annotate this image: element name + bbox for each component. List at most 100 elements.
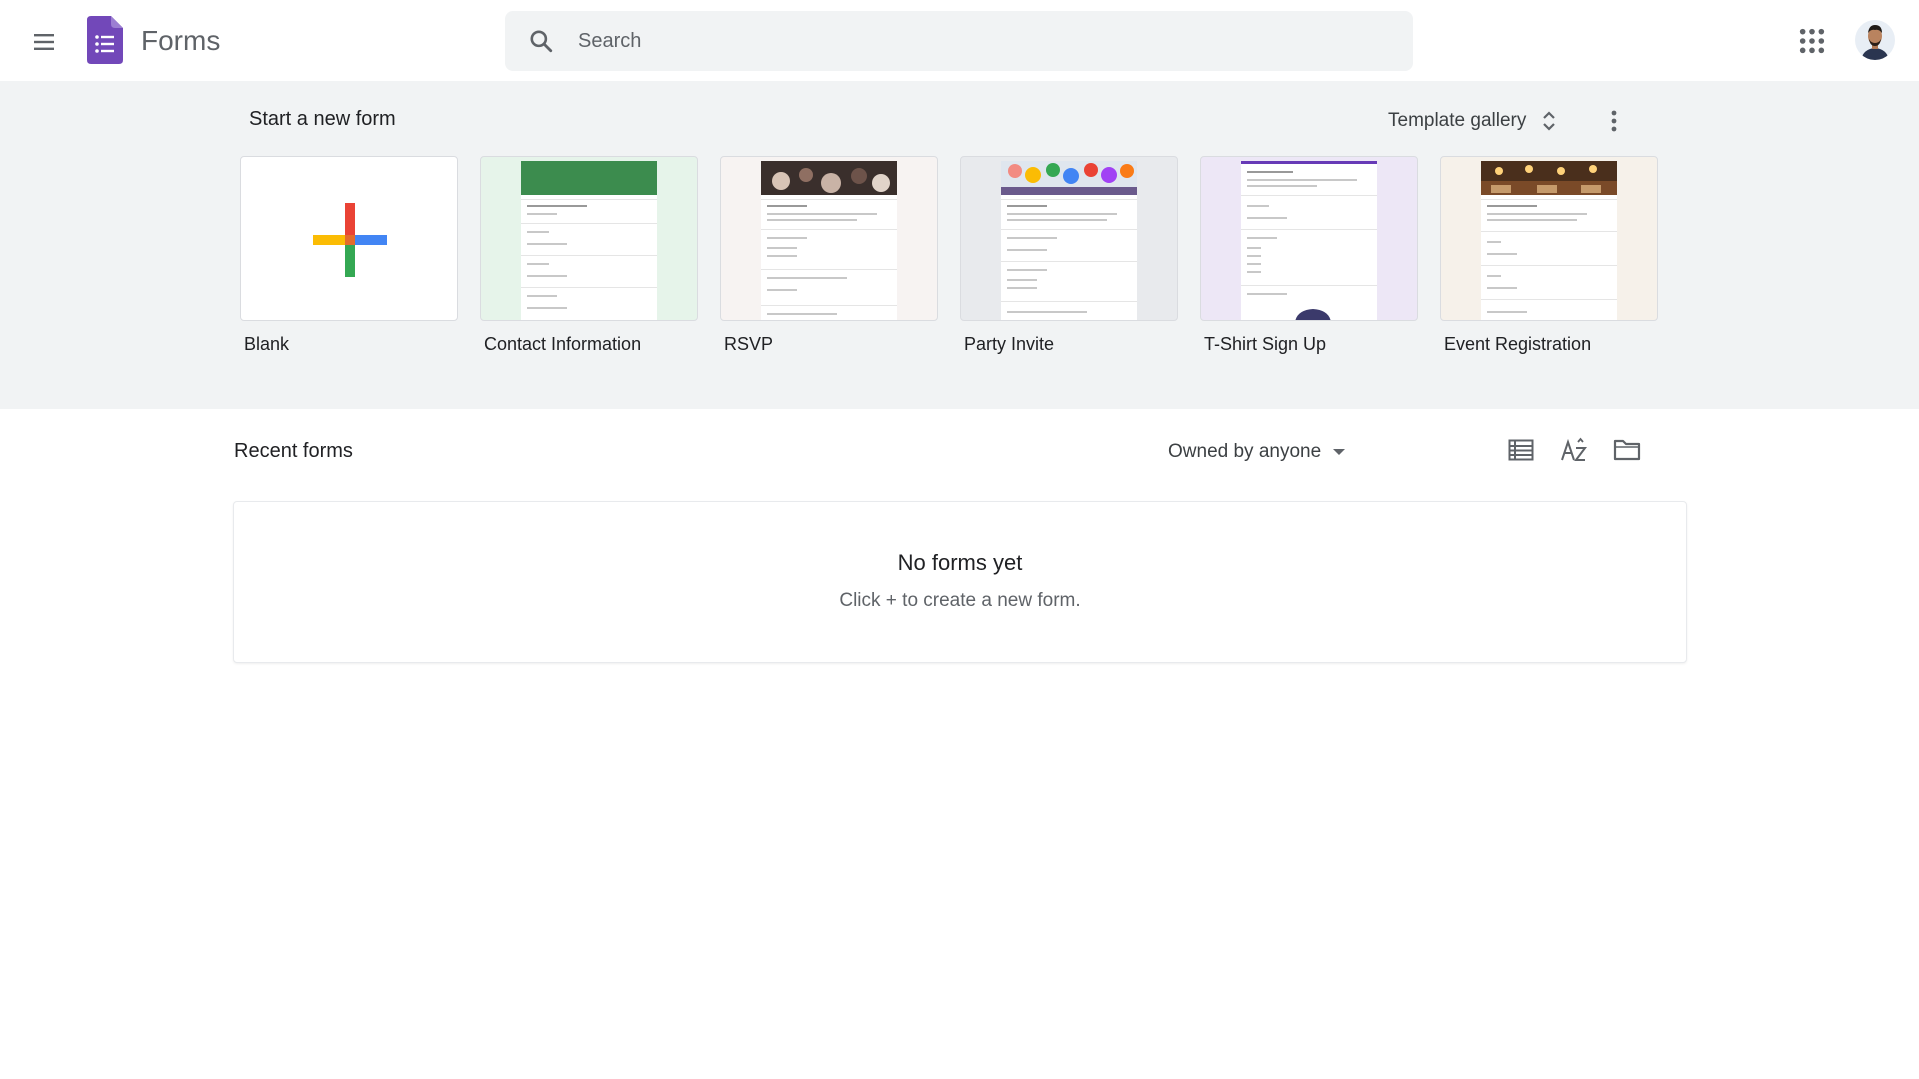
template-party-invite[interactable]: Party Invite	[960, 156, 1178, 355]
start-new-form-title: Start a new form	[249, 108, 396, 130]
template-contact-information[interactable]: Contact Information	[480, 156, 698, 355]
template-thumbnail-tshirt-sign-up[interactable]	[1200, 156, 1418, 321]
thumbnail-line	[527, 231, 549, 233]
thumbnail-divider	[1481, 299, 1617, 300]
thumbnail-line	[1247, 205, 1269, 207]
thumbnail-page	[1481, 161, 1617, 320]
thumbnail-line	[527, 213, 557, 215]
thumbnail-line	[1487, 213, 1587, 215]
account-avatar[interactable]	[1855, 20, 1895, 60]
owner-filter-label: Owned by anyone	[1168, 441, 1322, 462]
thumbnail-divider	[1241, 285, 1377, 286]
thumbnail-banner	[521, 161, 657, 195]
template-blank[interactable]: Blank	[240, 156, 458, 355]
empty-state-subtitle: Click + to create a new form.	[839, 590, 1081, 611]
template-thumbnail-contact-information[interactable]	[480, 156, 698, 321]
open-file-picker-button[interactable]	[1609, 432, 1645, 468]
menu-icon	[34, 34, 54, 50]
thumbnail-line	[527, 263, 549, 265]
template-label: RSVP	[724, 334, 774, 354]
thumbnail-divider	[761, 305, 897, 306]
template-thumbnail-blank[interactable]	[240, 156, 458, 321]
main-menu-button[interactable]	[26, 24, 62, 60]
thumbnail-line	[1007, 279, 1037, 281]
template-thumbnail-party-invite[interactable]	[960, 156, 1178, 321]
template-label: Party Invite	[964, 334, 1055, 354]
thumbnail-line	[1247, 271, 1261, 273]
thumbnail-line	[767, 255, 797, 257]
template-rsvp[interactable]: RSVP	[720, 156, 938, 355]
thumbnail-line	[1487, 275, 1501, 277]
thumbnail-line	[1487, 241, 1501, 243]
thumbnail-line	[1007, 249, 1047, 251]
thumbnail-line	[767, 219, 857, 221]
thumbnail-banner	[761, 161, 897, 195]
thumbnail-line	[527, 243, 567, 245]
thumbnail-line	[1247, 179, 1357, 181]
thumbnail-line	[527, 307, 567, 309]
thumbnail-divider	[1481, 265, 1617, 266]
thumbnail-line	[1247, 247, 1261, 249]
thumbnail-divider	[761, 199, 897, 200]
plus-icon	[313, 203, 387, 277]
template-thumbnail-event-registration[interactable]	[1440, 156, 1658, 321]
thumbnail-line	[1007, 287, 1037, 289]
sort-az-icon	[1561, 437, 1587, 461]
thumbnail-line	[767, 205, 807, 207]
thumbnail-divider	[521, 287, 657, 288]
tshirt-icon	[1295, 309, 1331, 320]
thumbnail-divider	[1481, 199, 1617, 200]
thumbnail-line	[1247, 237, 1277, 239]
thumbnail-line	[1247, 185, 1317, 187]
empty-state-title: No forms yet	[897, 550, 1023, 575]
thumbnail-line	[527, 275, 567, 277]
thumbnail-line	[1007, 205, 1047, 207]
template-thumbnail-rsvp[interactable]	[720, 156, 938, 321]
thumbnail-divider	[1001, 301, 1137, 302]
thumbnail-line	[767, 213, 877, 215]
recent-forms-empty-state: No forms yet Click + to create a new for…	[233, 501, 1687, 663]
thumbnail-line	[1487, 205, 1537, 207]
dropdown-arrow-icon	[1333, 449, 1346, 455]
list-view-button[interactable]	[1503, 432, 1539, 468]
avatar-image	[1855, 20, 1895, 60]
thumbnail-banner	[1241, 161, 1377, 164]
template-gallery-label: Template gallery	[1388, 110, 1527, 131]
thumbnail-line	[1247, 255, 1261, 257]
apps-grid-icon[interactable]	[1796, 25, 1828, 57]
thumbnail-divider	[521, 255, 657, 256]
top-bar: Forms	[0, 0, 1919, 81]
template-label: T-Shirt Sign Up	[1204, 334, 1327, 354]
thumbnail-line	[1487, 287, 1517, 289]
thumbnail-line	[1007, 213, 1117, 215]
more-vert-icon[interactable]	[1602, 105, 1626, 137]
thumbnail-page	[1001, 161, 1137, 320]
thumbnail-divider	[521, 199, 657, 200]
template-label: Contact Information	[484, 334, 642, 354]
thumbnail-divider	[1001, 229, 1137, 230]
forms-logo-icon[interactable]	[87, 16, 123, 64]
search-bar[interactable]	[505, 11, 1413, 71]
template-label: Blank	[244, 334, 290, 354]
search-input[interactable]	[576, 21, 1376, 61]
app-name[interactable]: Forms	[141, 22, 220, 60]
thumbnail-line	[767, 237, 807, 239]
recent-forms-title: Recent forms	[234, 440, 353, 462]
thumbnail-page	[521, 161, 657, 320]
template-event-registration[interactable]: Event Registration	[1440, 156, 1658, 355]
thumbnail-banner	[1001, 161, 1137, 195]
thumbnail-divider	[1241, 195, 1377, 196]
thumbnail-divider	[1481, 231, 1617, 232]
folder-icon	[1613, 439, 1641, 461]
thumbnail-line	[1247, 217, 1287, 219]
search-icon[interactable]	[528, 28, 554, 54]
unfold-icon	[1543, 111, 1556, 131]
thumbnail-divider	[1001, 261, 1137, 262]
thumbnail-page	[1241, 161, 1377, 320]
sort-button[interactable]	[1556, 432, 1592, 468]
template-gallery-toggle[interactable]: Template gallery	[1388, 105, 1558, 137]
owner-filter-dropdown[interactable]: Owned by anyone	[1168, 436, 1346, 468]
thumbnail-line	[1487, 311, 1527, 313]
thumbnail-line	[767, 277, 847, 279]
template-tshirt-sign-up[interactable]: T-Shirt Sign Up	[1200, 156, 1418, 355]
